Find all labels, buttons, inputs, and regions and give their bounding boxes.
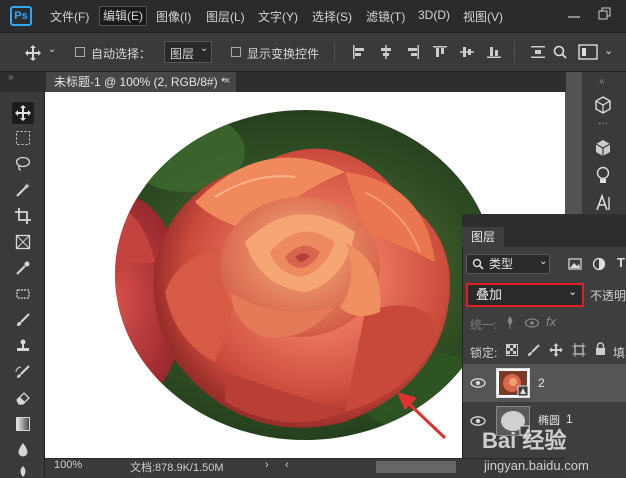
move-tool-icon[interactable] xyxy=(12,102,34,124)
magic-wand-icon[interactable] xyxy=(12,179,34,201)
gradient-tool-icon[interactable] xyxy=(12,413,34,435)
more-icon[interactable]: ··· xyxy=(598,118,608,129)
clone-stamp-icon[interactable] xyxy=(12,335,34,357)
distribute-icon[interactable] xyxy=(531,45,545,59)
layer-thumbnail xyxy=(496,368,530,398)
menu-view[interactable]: 视图(V) xyxy=(463,8,503,25)
search-icon xyxy=(472,258,484,270)
auto-select-checkbox[interactable] xyxy=(75,47,85,57)
crop-tool-icon[interactable] xyxy=(12,205,34,227)
eye-icon[interactable] xyxy=(470,378,486,388)
align-right-icon[interactable] xyxy=(406,45,420,59)
lock-all-icon[interactable] xyxy=(595,342,606,356)
lock-pixels-icon[interactable] xyxy=(527,343,541,357)
menu-file[interactable]: 文件(F) xyxy=(50,8,89,25)
layer-filter-label: 类型 xyxy=(489,257,514,271)
healing-brush-icon[interactable] xyxy=(12,283,34,305)
shape-cube-icon[interactable] xyxy=(594,139,612,157)
move-tool-icon[interactable] xyxy=(24,44,42,62)
photoshop-logo: Ps xyxy=(10,6,32,26)
search-icon[interactable] xyxy=(553,45,567,59)
chevron-down-icon: ⌄ xyxy=(539,256,548,267)
show-transform-label: 显示变换控件 xyxy=(247,47,320,61)
watermark-text: Bai 经验 xyxy=(482,428,566,453)
lock-artboard-icon[interactable] xyxy=(572,343,586,357)
align-middle-icon[interactable] xyxy=(460,45,474,59)
unify-position-icon[interactable] xyxy=(503,316,517,330)
horizontal-scrollbar[interactable] xyxy=(376,461,456,473)
blur-tool-icon[interactable] xyxy=(12,439,34,461)
menu-layer[interactable]: 图层(L) xyxy=(206,8,245,25)
align-bottom-icon[interactable] xyxy=(487,45,501,59)
menu-filter[interactable]: 滤镜(T) xyxy=(366,8,405,25)
fill-label: 填 xyxy=(613,346,626,360)
dodge-tool-icon[interactable] xyxy=(12,462,34,478)
zoom-level[interactable]: 100% xyxy=(54,459,82,471)
watermark-url: jingyan.baidu.com xyxy=(483,458,589,473)
auto-select-value: 图层 xyxy=(170,47,195,61)
chevron-down-icon[interactable]: ⌄ xyxy=(604,44,613,57)
minimize-icon[interactable] xyxy=(566,8,582,24)
document-size: 文档:878.9K/1.50M xyxy=(130,462,224,474)
chevron-down-icon[interactable]: ⌄ xyxy=(48,44,56,55)
eyedropper-tool-icon[interactable] xyxy=(12,257,34,279)
brush-tool-icon[interactable] xyxy=(12,309,34,331)
chevron-down-icon: ⌄ xyxy=(200,43,209,54)
align-left-icon[interactable] xyxy=(352,45,366,59)
history-brush-icon[interactable] xyxy=(12,361,34,383)
layer-filter-dropdown[interactable]: 类型 ⌄ xyxy=(466,254,550,274)
character-panel-icon[interactable] xyxy=(594,194,612,212)
panel-collapse-icon[interactable]: « xyxy=(599,76,605,87)
close-icon[interactable]: × xyxy=(224,75,230,87)
3d-cube-icon[interactable] xyxy=(594,96,612,114)
menu-edit[interactable]: 编辑(E) xyxy=(99,6,147,26)
divider xyxy=(514,42,515,62)
menu-select[interactable]: 选择(S) xyxy=(312,8,352,25)
scroll-left-icon[interactable]: ‹ xyxy=(285,459,289,471)
blend-mode-value: 叠加 xyxy=(476,287,503,302)
lasso-tool-icon[interactable] xyxy=(12,153,34,175)
align-center-icon[interactable] xyxy=(379,45,393,59)
image-filter-icon[interactable] xyxy=(568,258,582,270)
lock-position-icon[interactable] xyxy=(549,343,563,357)
document-tab[interactable]: 未标题-1 @ 100% (2, RGB/8#) * xyxy=(46,72,236,92)
panel-collapse-icon[interactable]: » xyxy=(8,72,14,83)
unify-label: 统一: xyxy=(470,318,498,332)
baidu-jingyan-watermark: Bai 经验 jingyan.baidu.com xyxy=(482,428,589,473)
lock-transparent-icon[interactable] xyxy=(506,344,518,356)
marquee-tool-icon[interactable] xyxy=(12,127,34,149)
lock-label: 锁定: xyxy=(470,346,498,360)
workspace-icon[interactable] xyxy=(578,44,598,60)
unify-style-icon[interactable]: fx xyxy=(546,314,556,329)
status-menu-arrow-icon[interactable]: › xyxy=(265,459,269,471)
blend-mode-dropdown[interactable]: 叠加 ⌄ xyxy=(466,283,584,307)
restore-icon[interactable] xyxy=(596,6,612,22)
lightbulb-icon[interactable] xyxy=(595,166,611,186)
menu-3d[interactable]: 3D(D) xyxy=(418,8,450,22)
layer-name[interactable]: 2 xyxy=(538,376,545,390)
show-transform-checkbox[interactable] xyxy=(231,47,241,57)
unify-visibility-icon[interactable] xyxy=(524,316,540,330)
align-top-icon[interactable] xyxy=(433,45,447,59)
opacity-label: 不透明 xyxy=(590,289,626,303)
menu-image[interactable]: 图像(I) xyxy=(156,8,191,25)
divider xyxy=(334,42,335,62)
adjustment-filter-icon[interactable] xyxy=(592,257,606,271)
tab-layers[interactable]: 图层 xyxy=(462,227,504,247)
auto-select-label: 自动选择： xyxy=(91,47,152,61)
frame-tool-icon[interactable] xyxy=(12,231,34,253)
menu-type[interactable]: 文字(Y) xyxy=(258,8,298,25)
eraser-tool-icon[interactable] xyxy=(12,387,34,409)
chevron-down-icon: ⌄ xyxy=(568,286,578,298)
type-filter-icon[interactable]: T xyxy=(617,255,625,270)
